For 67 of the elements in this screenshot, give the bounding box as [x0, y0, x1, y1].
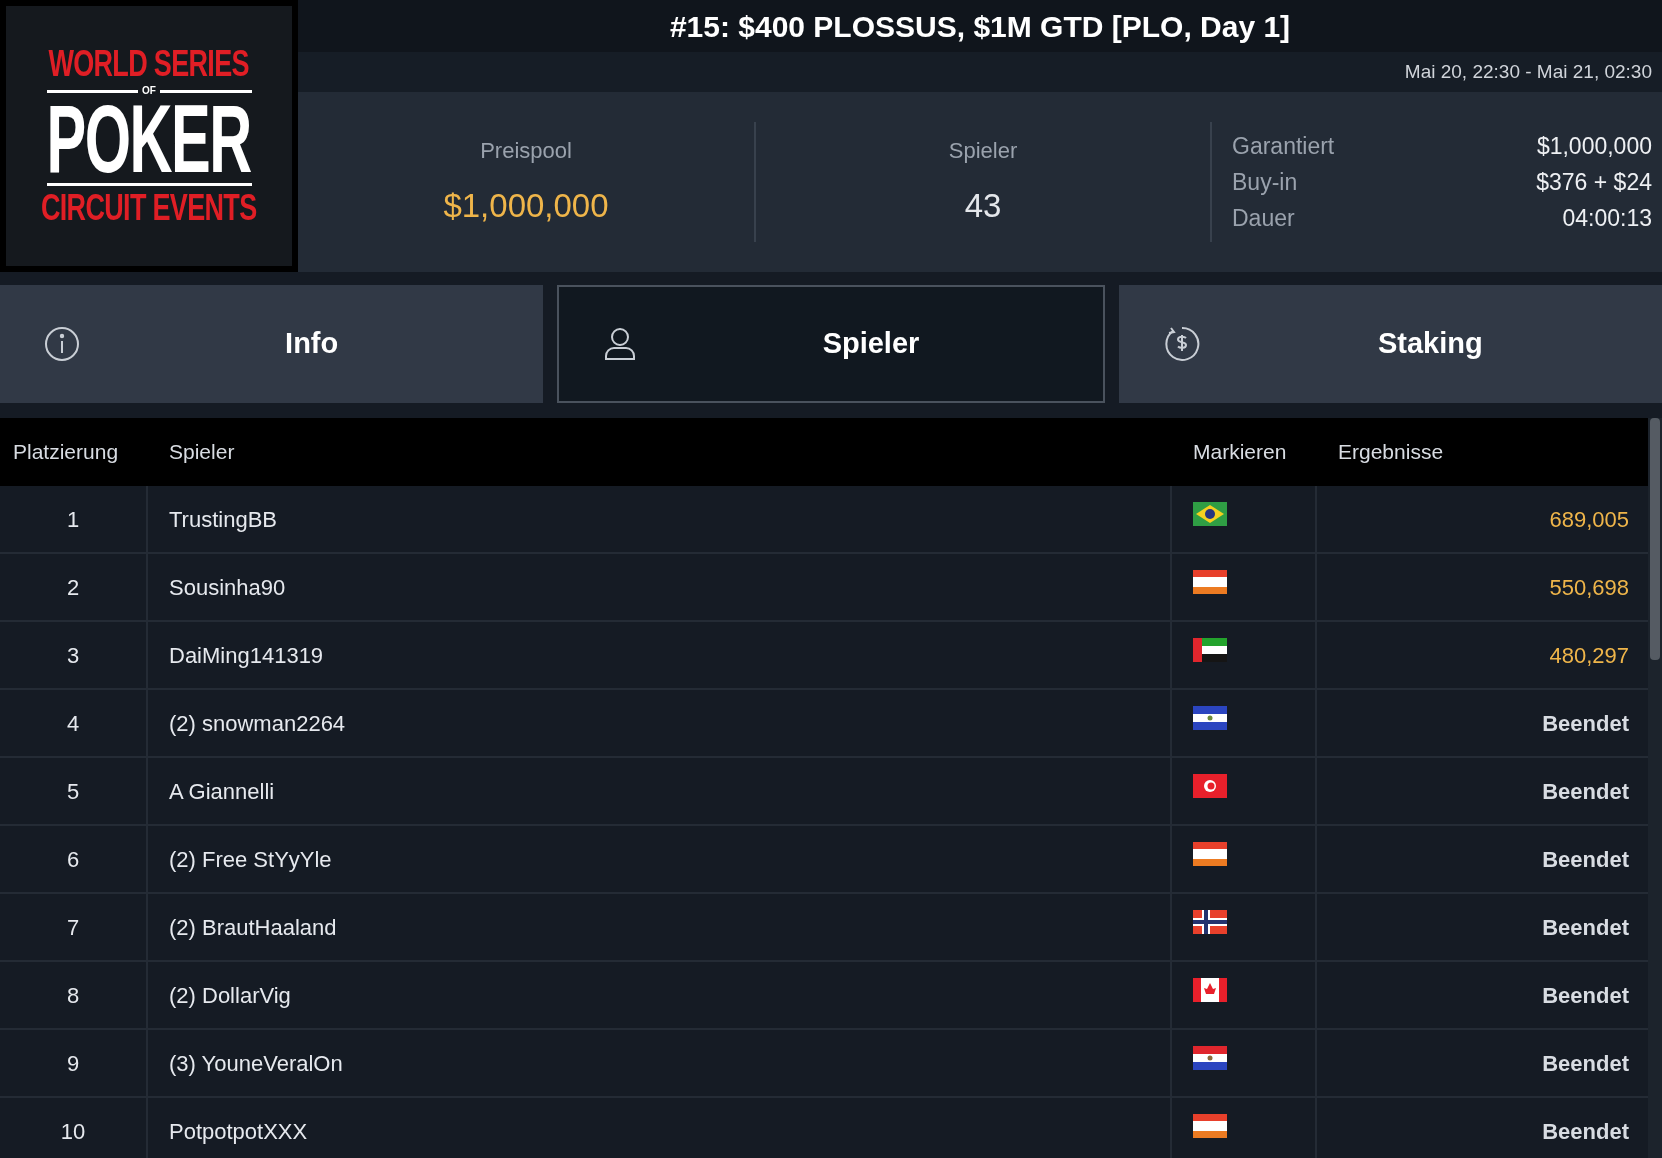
- info-icon: [44, 326, 80, 362]
- place-number: 10: [60, 1117, 86, 1146]
- detail-value: $376 + $24: [1536, 168, 1652, 196]
- result-value: Beendet: [1542, 1117, 1629, 1146]
- detail-value: $1,000,000: [1536, 132, 1652, 160]
- stat-value: $1,000,000: [443, 185, 609, 226]
- detail-label: Buy-in: [1232, 168, 1298, 196]
- flag-icon: [1193, 1114, 1227, 1138]
- column-header[interactable]: Platzierung: [13, 440, 119, 464]
- player-name: TrustingBB: [169, 505, 277, 534]
- result-value: 689,005: [1549, 505, 1629, 534]
- flag-icon: [1193, 978, 1227, 1002]
- stat-label: Spieler: [948, 136, 1018, 165]
- flag-icon: [1193, 1046, 1227, 1070]
- user-icon: [603, 326, 638, 362]
- result-value: 480,297: [1549, 641, 1629, 670]
- result-value: 550,698: [1549, 573, 1629, 602]
- player-name: (3) YouneVeralOn: [169, 1049, 343, 1078]
- scrollbar[interactable]: [1648, 418, 1662, 1158]
- player-name: (2) DollarVig: [169, 981, 291, 1010]
- logo-text: CIRCUIT EVENTS: [41, 189, 257, 226]
- detail-label: Garantiert: [1232, 132, 1335, 160]
- detail-label: Dauer: [1232, 204, 1295, 232]
- place-number: 5: [66, 777, 80, 806]
- tab[interactable]: Staking: [1118, 285, 1662, 403]
- result-value: Beendet: [1542, 845, 1629, 874]
- place-number: 1: [66, 505, 80, 534]
- place-number: 4: [66, 709, 80, 738]
- player-name: PotpotpotXXX: [169, 1117, 308, 1146]
- player-name: (2) BrautHaaland: [169, 913, 337, 942]
- column-header[interactable]: Markieren: [1193, 440, 1287, 464]
- player-name: A Giannelli: [169, 777, 275, 806]
- stat-label: Preispool: [480, 136, 572, 165]
- logo-text: POKER: [46, 96, 252, 183]
- player-name: (2) Free StYyYle: [169, 845, 332, 874]
- place-number: 7: [66, 913, 80, 942]
- logo-text: OF: [142, 86, 156, 97]
- tab[interactable]: Info: [0, 285, 544, 403]
- flag-icon: [1193, 910, 1227, 934]
- player-name: (2) snowman2264: [169, 709, 346, 738]
- result-value: Beendet: [1542, 1049, 1629, 1078]
- flag-icon: [1193, 502, 1227, 526]
- result-value: Beendet: [1542, 709, 1629, 738]
- schedule-text: Mai 20, 22:30 - Mai 21, 02:30: [1404, 59, 1652, 84]
- dollar-coin-icon: [1162, 325, 1201, 363]
- column-header[interactable]: Spieler: [169, 440, 235, 464]
- place-number: 8: [66, 981, 80, 1010]
- flag-icon: [1193, 570, 1227, 594]
- place-number: 3: [66, 641, 80, 670]
- result-value: Beendet: [1542, 777, 1629, 806]
- result-value: Beendet: [1542, 981, 1629, 1010]
- detail-value: 04:00:13: [1562, 204, 1652, 232]
- place-number: 2: [66, 573, 80, 602]
- player-name: Sousinha90: [169, 573, 286, 602]
- result-value: Beendet: [1542, 913, 1629, 942]
- tab[interactable]: Spieler: [557, 285, 1105, 403]
- place-number: 6: [66, 845, 80, 874]
- logo-text: WORLD SERIES: [48, 46, 250, 83]
- flag-icon: [1193, 638, 1227, 662]
- flag-icon: [1193, 774, 1227, 798]
- player-name: DaiMing141319: [169, 641, 324, 670]
- stat-value: 43: [964, 185, 1002, 226]
- tournament-title: #15: $400 PLOSSUS, $1M GTD [PLO, Day 1]: [669, 8, 1291, 45]
- place-number: 9: [66, 1049, 80, 1078]
- flag-icon: [1193, 706, 1227, 730]
- flag-icon: [1193, 842, 1227, 866]
- column-header[interactable]: Ergebnisse: [1338, 440, 1444, 464]
